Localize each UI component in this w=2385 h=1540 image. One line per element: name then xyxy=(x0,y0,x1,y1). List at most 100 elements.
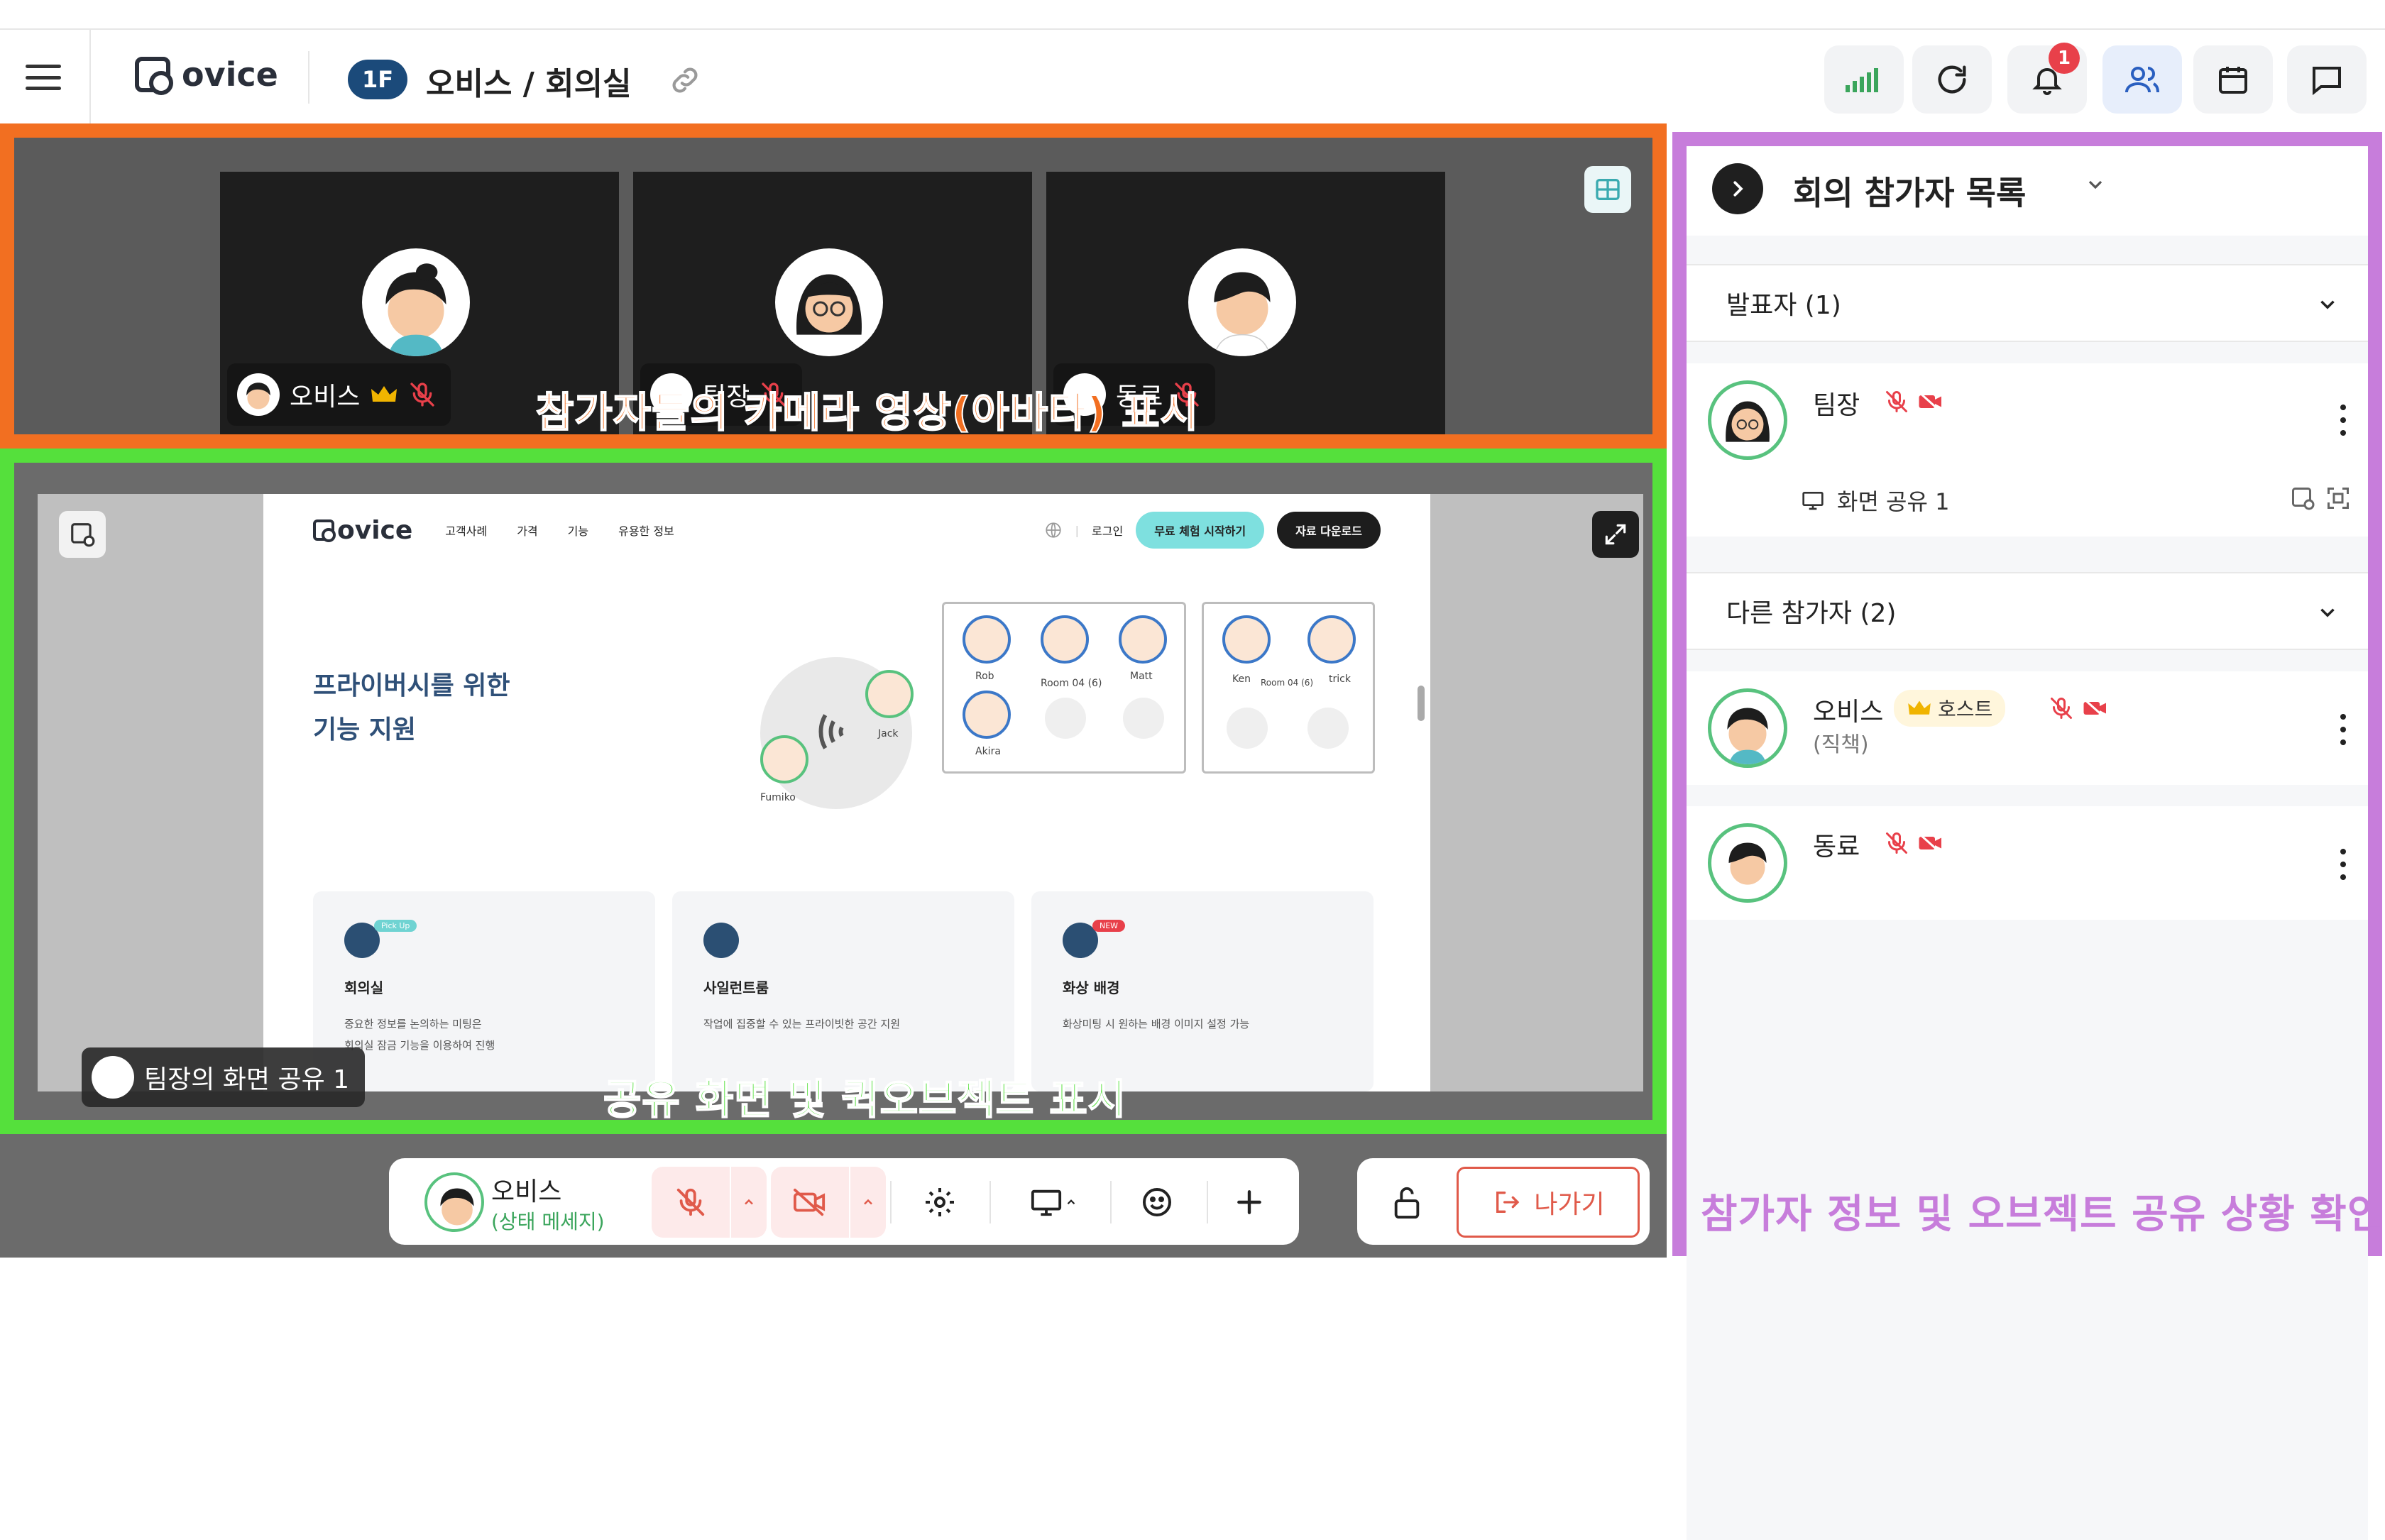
refresh-button[interactable] xyxy=(1912,45,1992,114)
divider xyxy=(890,1181,892,1223)
floor-badge[interactable]: 1F xyxy=(348,60,407,99)
users-icon xyxy=(2125,67,2159,93)
video-annotation-label: 참가자들의 카메라 영상(아바타) 표시 xyxy=(535,387,1199,437)
more-options-icon[interactable] xyxy=(2340,405,2347,436)
divider xyxy=(1207,1181,1208,1223)
website-avatar xyxy=(865,670,914,718)
crown-icon xyxy=(371,386,398,402)
participant-row[interactable]: 팀장 화면 공유 1 xyxy=(1687,363,2368,537)
ovice-logo[interactable]: ovice xyxy=(135,55,278,95)
chevron-down-icon[interactable] xyxy=(2084,173,2107,196)
participant-name: 오비스 xyxy=(1813,698,1884,727)
expand-icon xyxy=(1605,524,1626,545)
reaction-button[interactable] xyxy=(1122,1167,1192,1238)
divider xyxy=(308,51,309,104)
quick-object-button[interactable] xyxy=(59,511,106,558)
mic-toggle-group xyxy=(652,1167,767,1238)
participant-row[interactable]: 동료 xyxy=(1687,806,2368,920)
feature-icon xyxy=(703,923,739,958)
focus-view-icon[interactable] xyxy=(2325,485,2351,511)
participant-row[interactable]: 오비스 (직책) 호스트 xyxy=(1687,671,2368,785)
camera-off-icon xyxy=(1918,832,1941,854)
settings-button[interactable] xyxy=(904,1167,975,1238)
mic-muted-icon xyxy=(1886,832,1907,854)
feature-text: 작업에 집중할 수 있는 프라이빗한 공간 지원 xyxy=(703,1018,901,1030)
hamburger-menu-icon[interactable] xyxy=(21,62,65,93)
shared-website: ovice 고객사례 가격 기능 유용한 정보 | 로그인 무료 체험 시작하기… xyxy=(263,494,1430,1091)
self-avatar[interactable] xyxy=(424,1172,484,1232)
room-title: 오비스 / 회의실 xyxy=(426,66,632,102)
exit-icon xyxy=(1496,1192,1520,1213)
avatar xyxy=(1708,688,1787,768)
chevron-up-icon xyxy=(1067,1199,1075,1205)
participant-name: 팀장 xyxy=(1813,391,1860,420)
website-nav-item: 기능 xyxy=(567,524,589,538)
website-avatar xyxy=(1222,615,1271,664)
website-empty-seat xyxy=(1123,698,1164,739)
screen-share-object-icon xyxy=(71,523,95,547)
feature-tag: NEW xyxy=(1092,920,1126,932)
divider xyxy=(89,30,91,125)
website-person-name: Matt xyxy=(1130,671,1153,682)
spacer xyxy=(1687,537,2368,572)
website-avatar xyxy=(1041,615,1089,664)
website-empty-seat xyxy=(1227,708,1268,749)
signal-waves-icon xyxy=(818,714,844,749)
participant-title: (직책) xyxy=(1813,732,1869,757)
lock-room-button[interactable] xyxy=(1371,1167,1442,1238)
participants-panel: 회의 참가자 목록 발표자 (1) 팀장 화면 공유 1 다른 참가자 (2) xyxy=(1672,132,2384,1540)
more-options-icon[interactable] xyxy=(2340,714,2347,745)
website-nav: ovice 고객사례 가격 기능 유용한 정보 | 로그인 무료 체험 시작하기… xyxy=(313,512,1381,549)
website-avatar xyxy=(963,615,1011,664)
camera-off-icon xyxy=(2083,698,2106,719)
website-login: 로그인 xyxy=(1092,524,1124,538)
website-empty-seat xyxy=(1307,708,1349,749)
status-icons xyxy=(2049,695,2110,721)
copy-link-icon[interactable] xyxy=(667,62,703,98)
camera-options-button[interactable] xyxy=(849,1167,886,1238)
website-feature-card: 사일런트룸 작업에 집중할 수 있는 프라이빗한 공간 지원 xyxy=(672,891,1014,1091)
leave-button[interactable]: 나가기 xyxy=(1457,1167,1640,1238)
fullscreen-button[interactable] xyxy=(1592,511,1639,558)
collapse-panel-button[interactable] xyxy=(1712,163,1763,214)
more-options-icon[interactable] xyxy=(2340,849,2347,880)
chat-button[interactable] xyxy=(2287,45,2367,114)
presenter-section-header[interactable]: 발표자 (1) xyxy=(1687,264,2368,342)
screen-share-object-icon[interactable] xyxy=(2290,485,2315,511)
website-room-label: Room 04 (6) xyxy=(1041,678,1102,689)
screen-share-button[interactable] xyxy=(1007,1167,1099,1238)
avatar xyxy=(1188,248,1296,356)
status-message[interactable]: (상태 메세지) xyxy=(491,1206,605,1235)
network-signal-button[interactable] xyxy=(1824,45,1904,114)
feature-tag: Pick Up xyxy=(374,920,417,932)
camera-toggle-button[interactable] xyxy=(771,1167,849,1238)
participants-button[interactable] xyxy=(2102,45,2182,114)
shared-object-row[interactable]: 화면 공유 1 xyxy=(1800,484,1949,517)
monitor-icon xyxy=(1031,1189,1062,1216)
notifications-button[interactable]: 1 xyxy=(2007,43,2087,114)
website-scrollbar xyxy=(1418,686,1425,721)
website-headline: 프라이버시를 위한 기능 지원 xyxy=(313,671,510,744)
status-icons xyxy=(1884,389,1945,414)
chevron-up-icon xyxy=(864,1199,872,1205)
feature-text: 중요한 정보를 논의하는 미팅은 회의실 잠금 기능을 이용하여 진행 xyxy=(344,1018,495,1052)
grid-view-button[interactable] xyxy=(1584,166,1631,213)
status-icons xyxy=(1884,830,1945,856)
website-person-name: trick xyxy=(1329,673,1351,685)
bottom-control-bar: 오비스 (상태 메세지) 나가기 xyxy=(0,1134,1667,1258)
add-button[interactable] xyxy=(1214,1167,1285,1238)
others-section-header[interactable]: 다른 참가자 (2) xyxy=(1687,572,2368,650)
mic-toggle-button[interactable] xyxy=(652,1167,730,1238)
grid-icon xyxy=(1596,179,1620,200)
camera-toggle-group xyxy=(771,1167,886,1238)
avatar xyxy=(237,373,280,416)
shared-screen-frame[interactable]: ovice 고객사례 가격 기능 유용한 정보 | 로그인 무료 체험 시작하기… xyxy=(38,494,1643,1107)
calendar-button[interactable] xyxy=(2193,45,2273,114)
chat-icon xyxy=(2313,67,2341,96)
mic-options-button[interactable] xyxy=(730,1167,767,1238)
host-badge: 호스트 xyxy=(1894,690,2006,727)
shared-object-label: 화면 공유 1 xyxy=(1837,488,1950,515)
website-feature-card: NEW 화상 배경 화상미팅 시 원하는 배경 이미지 설정 가능 xyxy=(1031,891,1374,1091)
chevron-down-icon xyxy=(2320,608,2335,617)
ovice-logo-mark-icon xyxy=(135,57,173,95)
